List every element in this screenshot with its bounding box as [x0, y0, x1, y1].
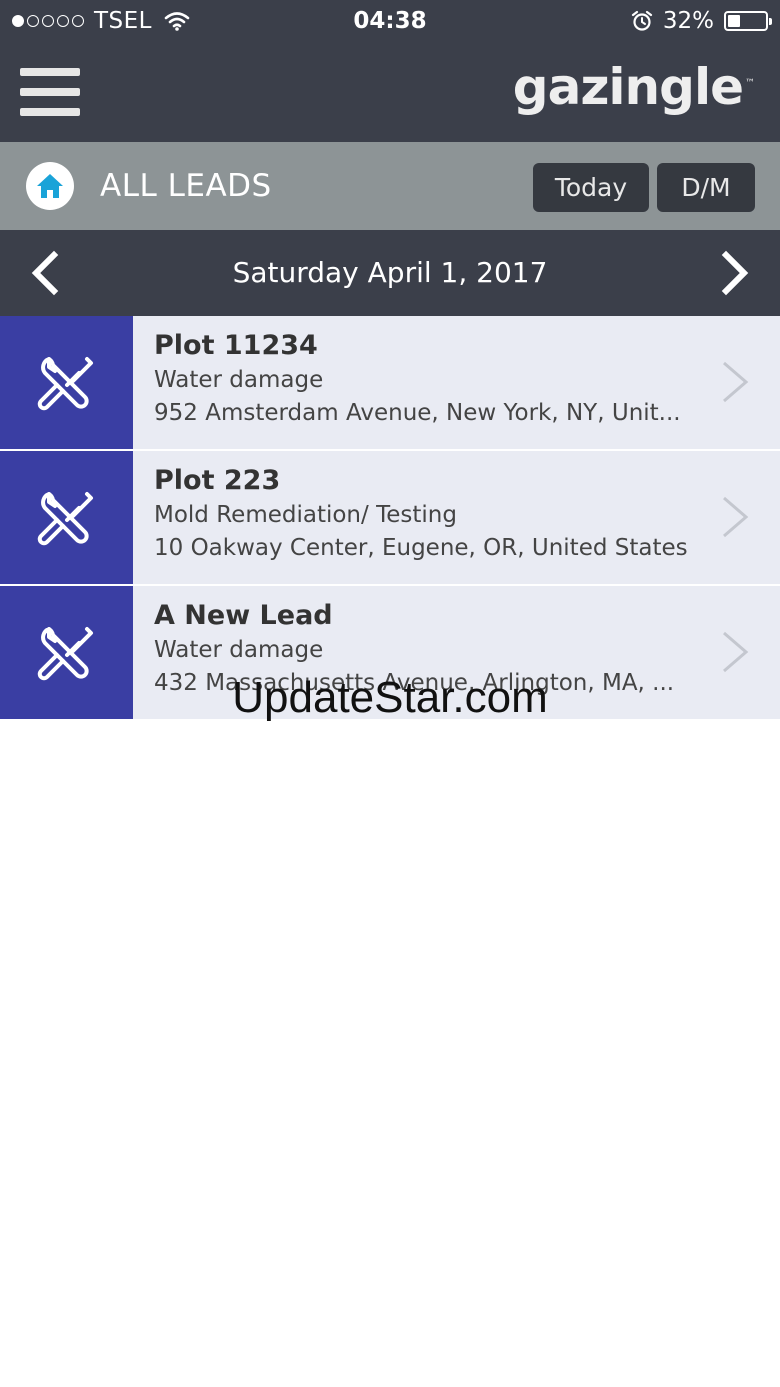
lead-title: Plot 11234: [154, 330, 318, 361]
lead-type: Water damage: [154, 637, 324, 663]
trademark-mark: ™: [745, 78, 755, 90]
lead-row[interactable]: Plot 11234 Water damage 952 Amsterdam Av…: [0, 316, 780, 451]
lead-details: Plot 223 Mold Remediation/ Testing 10 Oa…: [154, 463, 694, 565]
alarm-clock-icon: [631, 10, 652, 31]
lead-type: Mold Remediation/ Testing: [154, 502, 457, 528]
menu-bar: [20, 88, 80, 96]
status-bar: TSEL 04:38 32%: [0, 0, 780, 42]
home-button[interactable]: [26, 162, 74, 210]
lead-title: A New Lead: [154, 600, 333, 631]
leads-list: Plot 11234 Water damage 952 Amsterdam Av…: [0, 316, 780, 721]
chevron-right-icon: [723, 496, 749, 538]
leads-toolbar: ALL LEADS Today D/M: [0, 142, 780, 230]
date-navigator: Saturday April 1, 2017: [0, 230, 780, 316]
menu-icon[interactable]: [20, 68, 80, 116]
lead-title: Plot 223: [154, 465, 281, 496]
app-header: gazingle ™: [0, 42, 780, 142]
lead-icon-box: [0, 316, 133, 449]
lead-row[interactable]: Plot 223 Mold Remediation/ Testing 10 Oa…: [0, 451, 780, 586]
tools-icon: [37, 491, 93, 545]
battery-fill: [728, 15, 740, 27]
chevron-right-icon: [723, 361, 749, 403]
menu-bar: [20, 68, 80, 76]
watermark: UpdateStar.com: [232, 673, 548, 722]
home-icon: [37, 174, 63, 198]
tools-icon: [37, 356, 93, 410]
battery-nub: [769, 18, 772, 25]
current-date: Saturday April 1, 2017: [232, 256, 548, 289]
battery-icon: [724, 11, 772, 31]
day-month-toggle-button[interactable]: D/M: [657, 163, 755, 212]
today-button[interactable]: Today: [533, 163, 649, 212]
status-right: 32%: [631, 6, 772, 36]
lead-address: 952 Amsterdam Avenue, New York, NY, Unit…: [154, 400, 681, 426]
app-logo: gazingle ™: [512, 58, 755, 116]
lead-icon-box: [0, 451, 133, 584]
lead-type: Water damage: [154, 367, 324, 393]
chevron-right-icon: [723, 631, 749, 673]
menu-bar: [20, 108, 80, 116]
lead-address: 10 Oakway Center, Eugene, OR, United Sta…: [154, 535, 688, 561]
next-day-icon[interactable]: [716, 250, 756, 296]
logo-text: gazingle: [512, 58, 744, 116]
battery-percent: 32%: [662, 8, 714, 34]
page-title: ALL LEADS: [100, 168, 272, 204]
lead-details: Plot 11234 Water damage 952 Amsterdam Av…: [154, 328, 694, 430]
